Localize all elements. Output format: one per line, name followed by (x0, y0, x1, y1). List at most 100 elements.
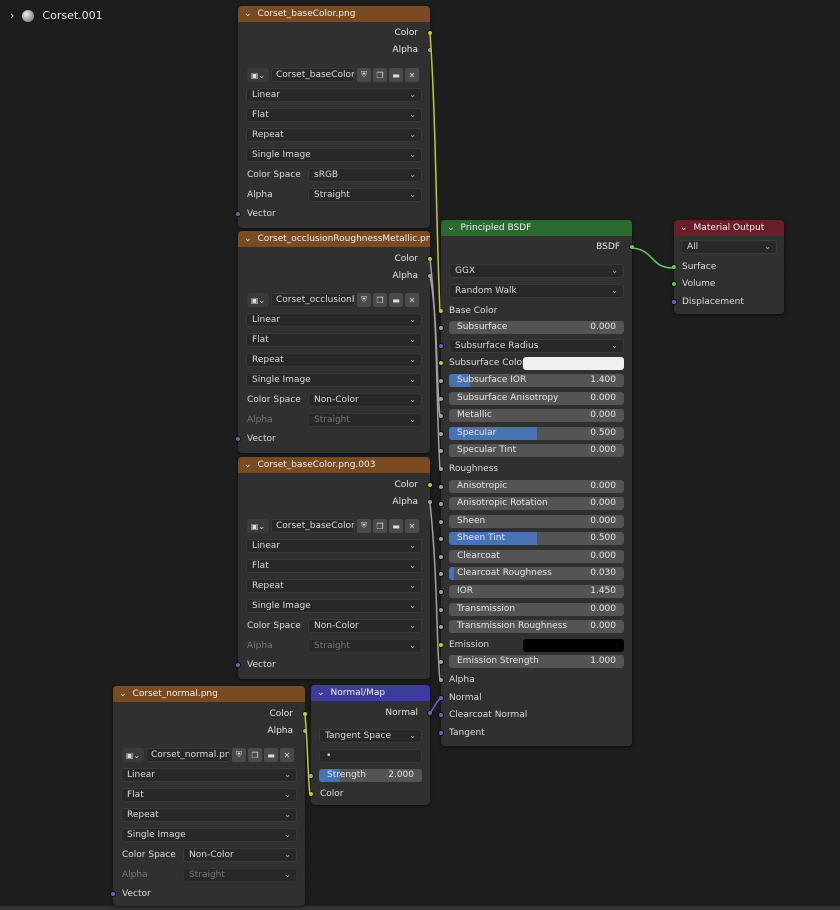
image-browse-icon[interactable]: ▣⌄ (247, 68, 269, 82)
source-dropdown[interactable]: Single Image ⌄ (246, 373, 422, 387)
duplicate-icon[interactable]: ❐ (373, 519, 387, 533)
image-name-field[interactable]: Corset_baseColor... (271, 519, 355, 533)
duplicate-icon[interactable]: ❐ (373, 293, 387, 307)
image-browse-icon[interactable]: ▣⌄ (122, 748, 144, 762)
fake-user-shield-icon[interactable]: ⛨ (357, 519, 371, 533)
input-alpha-socket[interactable] (438, 677, 444, 683)
chevron-down-icon[interactable]: ⌄ (680, 223, 688, 233)
input-strength-socket[interactable] (308, 773, 314, 779)
source-dropdown[interactable]: Single Image ⌄ (246, 148, 422, 162)
image-texture-node[interactable]: ⌄ Corset_occlusionRoughnessMetallic.png … (235, 231, 433, 453)
sheen-tint-slider[interactable]: Sheen Tint 0.500 (449, 532, 624, 545)
input-subsurface-color-socket[interactable] (438, 360, 444, 366)
chevron-down-icon[interactable]: ⌄ (244, 460, 252, 470)
output-normal-socket[interactable] (427, 710, 433, 716)
input-clearcoat-roughness-socket[interactable] (438, 571, 444, 577)
output-color-socket[interactable] (427, 256, 433, 262)
input-transmission-socket[interactable] (438, 607, 444, 613)
input-metallic-socket[interactable] (438, 413, 444, 419)
image-browse-icon[interactable]: ▣⌄ (247, 519, 269, 533)
chevron-down-icon[interactable]: ⌄ (447, 223, 455, 233)
open-folder-icon[interactable]: ▬ (389, 519, 403, 533)
sheen-slider[interactable]: Sheen 0.000 (449, 515, 624, 528)
input-emission-socket[interactable] (438, 642, 444, 648)
space-dropdown[interactable]: Tangent Space ⌄ (319, 729, 422, 743)
node-header[interactable]: ⌄ Corset_baseColor.png.003 (238, 457, 430, 473)
strength-slider[interactable]: Strength 2.000 (319, 769, 422, 782)
clearcoat-roughness-slider[interactable]: Clearcoat Roughness 0.030 (449, 567, 624, 580)
subsurface-method-dropdown[interactable]: Random Walk ⌄ (449, 284, 624, 298)
input-displacement-socket[interactable] (671, 299, 677, 305)
extension-dropdown[interactable]: Repeat ⌄ (246, 353, 422, 367)
input-vector-socket[interactable] (235, 211, 241, 217)
clearcoat-slider[interactable]: Clearcoat 0.000 (449, 550, 624, 563)
chevron-down-icon[interactable]: ⌄ (244, 9, 252, 19)
alpha-mode-dropdown[interactable]: Straight ⌄ (308, 188, 422, 202)
input-vector-socket[interactable] (235, 436, 241, 442)
emission-color-swatch[interactable] (523, 639, 624, 652)
node-header[interactable]: ⌄ Corset_normal.png (113, 686, 305, 702)
input-anisotropic-socket[interactable] (438, 484, 444, 490)
subsurface-slider[interactable]: Subsurface 0.000 (449, 321, 624, 334)
node-header[interactable]: ⌄ Principled BSDF (441, 220, 632, 236)
input-color-socket[interactable] (308, 791, 314, 797)
specular-tint-slider[interactable]: Specular Tint 0.000 (449, 444, 624, 457)
colorspace-dropdown[interactable]: Non-Color ⌄ (183, 848, 297, 862)
image-texture-node[interactable]: ⌄ Corset_baseColor.png Color Alpha ▣⌄ Co… (235, 6, 433, 228)
open-folder-icon[interactable]: ▬ (389, 68, 403, 82)
output-bsdf-socket[interactable] (629, 244, 635, 250)
input-subsurface-ior-socket[interactable] (438, 378, 444, 384)
duplicate-icon[interactable]: ❐ (373, 68, 387, 82)
open-folder-icon[interactable]: ▬ (389, 293, 403, 307)
output-alpha-socket[interactable] (302, 728, 308, 734)
projection-dropdown[interactable]: Flat ⌄ (246, 108, 422, 122)
input-subsurface-anisotropy-socket[interactable] (438, 396, 444, 402)
input-base-color-socket[interactable] (438, 308, 444, 314)
output-color-socket[interactable] (302, 711, 308, 717)
input-surface-socket[interactable] (671, 264, 677, 270)
input-ior-socket[interactable] (438, 589, 444, 595)
colorspace-dropdown[interactable]: Non-Color ⌄ (308, 393, 422, 407)
open-folder-icon[interactable]: ▬ (264, 748, 278, 762)
input-volume-socket[interactable] (671, 281, 677, 287)
colorspace-dropdown[interactable]: sRGB ⌄ (308, 168, 422, 182)
input-sheen-socket[interactable] (438, 519, 444, 525)
output-color-socket[interactable] (427, 30, 433, 36)
fake-user-shield-icon[interactable]: ⛨ (232, 748, 246, 762)
node-header[interactable]: ⌄ Corset_occlusionRoughnessMetallic.png (238, 231, 430, 247)
normal-map-node[interactable]: ⌄ Normal/Map Normal Tangent Space ⌄ • Str… (308, 685, 433, 805)
duplicate-icon[interactable]: ❐ (248, 748, 262, 762)
node-header[interactable]: ⌄ Material Output (674, 220, 784, 236)
close-icon[interactable]: ✕ (405, 519, 419, 533)
input-subsurface-radius-socket[interactable] (438, 343, 444, 349)
material-output-node[interactable]: ⌄ Material Output All ⌄ Surface Volume Di… (671, 220, 784, 314)
anisotropic-rotation-slider[interactable]: Anisotropic Rotation 0.000 (449, 497, 624, 510)
chevron-down-icon[interactable]: ⌄ (119, 689, 127, 699)
projection-dropdown[interactable]: Flat ⌄ (246, 559, 422, 573)
input-anisotropic-rotation-socket[interactable] (438, 501, 444, 507)
source-dropdown[interactable]: Single Image ⌄ (246, 599, 422, 613)
subsurface-color-swatch[interactable] (523, 357, 624, 370)
image-texture-node[interactable]: ⌄ Corset_normal.png Color Alpha ▣⌄ Corse… (110, 686, 308, 906)
chevron-right-icon[interactable]: › (10, 9, 14, 22)
input-vector-socket[interactable] (110, 891, 116, 897)
output-alpha-socket[interactable] (427, 273, 433, 279)
subsurface-ior-slider[interactable]: Subsurface IOR 1.400 (449, 374, 624, 387)
image-name-field[interactable]: Corset_baseColor... (271, 68, 355, 82)
interpolation-dropdown[interactable]: Linear ⌄ (246, 88, 422, 102)
projection-dropdown[interactable]: Flat ⌄ (121, 788, 297, 802)
fake-user-shield-icon[interactable]: ⛨ (357, 293, 371, 307)
input-clearcoat-normal-socket[interactable] (438, 712, 444, 718)
chevron-down-icon[interactable]: ⌄ (244, 234, 252, 244)
close-icon[interactable]: ✕ (405, 293, 419, 307)
close-icon[interactable]: ✕ (280, 748, 294, 762)
transmission-roughness-slider[interactable]: Transmission Roughness 0.000 (449, 620, 624, 633)
interpolation-dropdown[interactable]: Linear ⌄ (246, 313, 422, 327)
image-name-field[interactable]: Corset_occlusionR... (271, 293, 355, 307)
emission-strength-slider[interactable]: Emission Strength 1.000 (449, 655, 624, 668)
interpolation-dropdown[interactable]: Linear ⌄ (121, 768, 297, 782)
input-specular-tint-socket[interactable] (438, 448, 444, 454)
output-color-socket[interactable] (427, 482, 433, 488)
node-header[interactable]: ⌄ Corset_baseColor.png (238, 6, 430, 22)
distribution-dropdown[interactable]: GGX ⌄ (449, 264, 624, 278)
